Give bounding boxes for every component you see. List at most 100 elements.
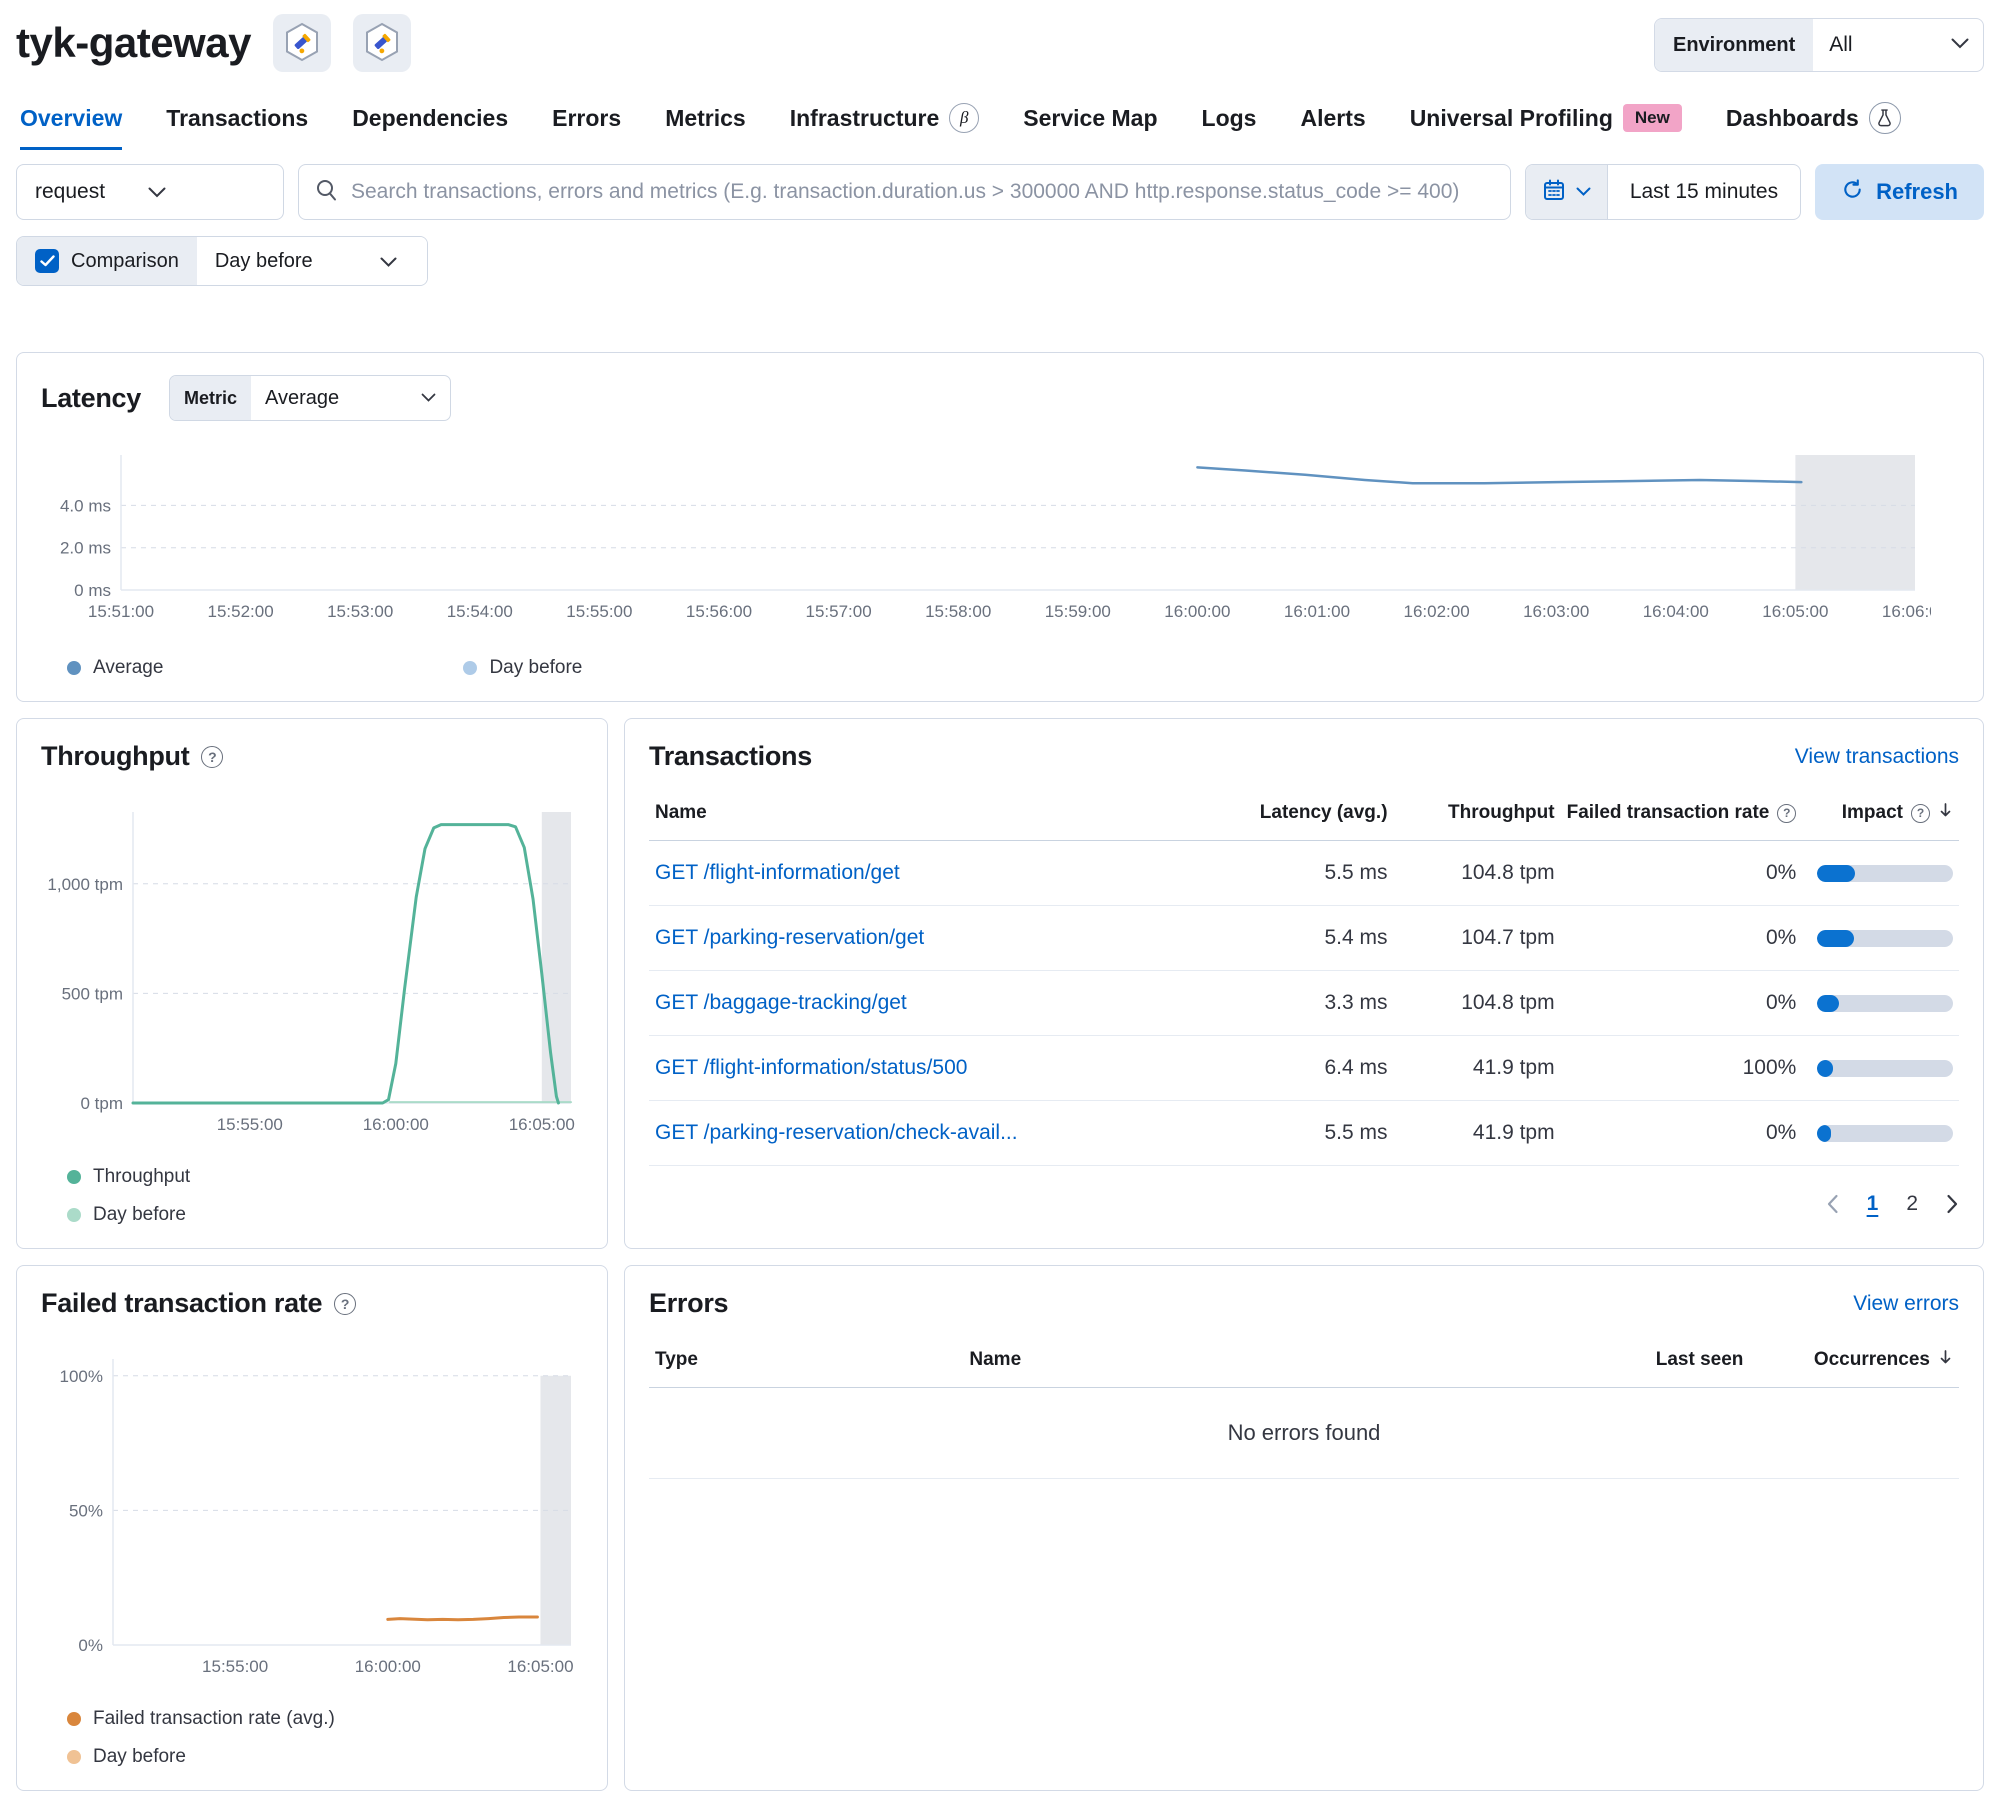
- tab-label: Errors: [552, 104, 622, 131]
- metric-label: Metric: [169, 376, 251, 420]
- comparison-label: Comparison: [71, 249, 179, 272]
- service-nav-tabs: Overview Transactions Dependencies Error…: [16, 102, 1984, 150]
- column-header-occurrences[interactable]: Occurrences: [1749, 1335, 1959, 1388]
- svg-text:0%: 0%: [78, 1636, 103, 1655]
- transaction-type-value: request: [35, 180, 106, 203]
- errors-title: Errors: [649, 1288, 729, 1318]
- comparison-select[interactable]: Day before: [196, 237, 427, 285]
- chevron-down-icon: [148, 180, 261, 204]
- date-picker-calendar-button[interactable]: [1525, 165, 1608, 219]
- svg-text:16:00:00: 16:00:00: [1164, 602, 1230, 621]
- transactions-panel: Transactions View transactions Name Late…: [624, 718, 1984, 1249]
- tab-dashboards[interactable]: Dashboards: [1726, 102, 1901, 150]
- chevron-down-icon: [1576, 183, 1591, 201]
- throughput-cell: 41.9 tpm: [1393, 1100, 1561, 1166]
- legend-label: Failed transaction rate (avg.): [93, 1708, 335, 1729]
- legend-item-day-before[interactable]: Day before: [463, 657, 582, 679]
- throughput-chart[interactable]: 0 tpm 500 tpm 1,000 tpm 15:55:00 16:00:00 16:…: [41, 806, 581, 1141]
- svg-text:0 tpm: 0 tpm: [80, 1094, 123, 1113]
- failed-rate-cell: 100%: [1560, 1035, 1803, 1101]
- throughput-cell: 104.8 tpm: [1393, 970, 1561, 1036]
- date-picker: Last 15 minutes: [1524, 164, 1802, 220]
- tab-overview[interactable]: Overview: [20, 102, 123, 150]
- throughput-cell: 104.8 tpm: [1393, 840, 1561, 906]
- help-icon[interactable]: ?: [1911, 803, 1930, 823]
- sort-desc-icon: [1938, 1349, 1953, 1371]
- svg-text:15:58:00: 15:58:00: [925, 602, 991, 621]
- latency-cell: 5.5 ms: [1212, 840, 1394, 906]
- failed-rate-chart[interactable]: 0% 50% 100% 15:55:00 16:00:00 16:05:00: [41, 1353, 581, 1683]
- transaction-link[interactable]: GET /parking-reservation/check-avail...: [655, 1121, 1018, 1144]
- new-badge: New: [1622, 104, 1682, 132]
- column-header-failed-rate: Failed transaction rate ?: [1560, 788, 1803, 841]
- comparison-checkbox[interactable]: [35, 249, 59, 273]
- latency-metric-select[interactable]: Metric Average: [168, 375, 451, 421]
- view-errors-link[interactable]: View errors: [1853, 1292, 1959, 1316]
- svg-text:15:57:00: 15:57:00: [806, 602, 872, 621]
- no-errors-message: No errors found: [649, 1388, 1959, 1479]
- throughput-title: Throughput: [41, 741, 190, 771]
- search-input-wrapper: [298, 164, 1511, 220]
- tab-alerts[interactable]: Alerts: [1300, 102, 1365, 150]
- comparison-row: Comparison Day before: [16, 236, 1984, 286]
- tab-infrastructure[interactable]: Infrastructure β: [790, 102, 980, 150]
- svg-text:16:04:00: 16:04:00: [1643, 602, 1709, 621]
- view-transactions-link[interactable]: View transactions: [1795, 745, 1959, 769]
- tab-logs[interactable]: Logs: [1202, 102, 1257, 150]
- page-2-button[interactable]: 2: [1906, 1192, 1918, 1216]
- tab-label: Alerts: [1300, 104, 1366, 131]
- legend-item-day-before[interactable]: Day before: [67, 1746, 583, 1768]
- legend-label: Day before: [93, 1204, 186, 1225]
- legend-dot: [67, 1750, 81, 1764]
- tab-metrics[interactable]: Metrics: [665, 102, 746, 150]
- transaction-row: GET /parking-reservation/get 5.4 ms 104.…: [649, 905, 1959, 971]
- tab-universal-profiling[interactable]: Universal Profiling New: [1410, 102, 1682, 150]
- tab-dependencies[interactable]: Dependencies: [352, 102, 508, 150]
- svg-text:2.0 ms: 2.0 ms: [60, 539, 111, 558]
- next-page-button[interactable]: [1946, 1194, 1959, 1214]
- chevron-down-icon: [421, 389, 436, 407]
- page-1-button[interactable]: 1: [1867, 1192, 1879, 1216]
- transaction-link[interactable]: GET /parking-reservation/get: [655, 926, 924, 949]
- impact-bar: [1817, 929, 1953, 947]
- svg-text:500 tpm: 500 tpm: [62, 984, 123, 1003]
- tab-transactions[interactable]: Transactions: [166, 102, 308, 150]
- sort-desc-icon: [1938, 802, 1953, 824]
- svg-text:16:05:00: 16:05:00: [1762, 602, 1828, 621]
- metric-value: Average: [264, 386, 340, 409]
- previous-page-button[interactable]: [1826, 1194, 1839, 1214]
- transaction-type-select[interactable]: request: [16, 164, 284, 220]
- latency-cell: 6.4 ms: [1212, 1035, 1394, 1101]
- transaction-row: GET /baggage-tracking/get 3.3 ms 104.8 t…: [649, 970, 1959, 1036]
- search-icon: [315, 178, 339, 207]
- legend-dot: [67, 661, 81, 675]
- beta-badge: β: [949, 103, 980, 133]
- latency-chart[interactable]: 0 ms 2.0 ms 4.0 ms 15:51:00 15:52:00 15:53:00…: [41, 451, 1948, 626]
- opentelemetry-agent-badge-2[interactable]: [352, 14, 411, 72]
- search-input[interactable]: [351, 180, 1494, 204]
- legend-item-throughput[interactable]: Throughput: [67, 1166, 583, 1188]
- legend-item-failed-rate[interactable]: Failed transaction rate (avg.): [67, 1708, 583, 1730]
- transaction-link[interactable]: GET /flight-information/get: [655, 861, 900, 884]
- transaction-link[interactable]: GET /baggage-tracking/get: [655, 991, 907, 1014]
- column-header-name: Name: [963, 1335, 1514, 1388]
- legend-item-average[interactable]: Average: [67, 657, 163, 679]
- comparison-value: Day before: [214, 249, 313, 272]
- latency-legend: Average Day before: [41, 657, 1959, 679]
- impact-bar: [1817, 864, 1953, 882]
- tab-errors[interactable]: Errors: [552, 102, 621, 150]
- help-icon[interactable]: ?: [201, 745, 224, 768]
- help-icon[interactable]: ?: [334, 1292, 357, 1315]
- svg-text:15:59:00: 15:59:00: [1045, 602, 1111, 621]
- opentelemetry-agent-badge[interactable]: [272, 14, 331, 72]
- tab-service-map[interactable]: Service Map: [1023, 102, 1157, 150]
- legend-item-day-before[interactable]: Day before: [67, 1204, 583, 1226]
- refresh-label: Refresh: [1876, 179, 1958, 204]
- refresh-button[interactable]: Refresh: [1815, 164, 1984, 220]
- help-icon[interactable]: ?: [1777, 803, 1797, 823]
- environment-select[interactable]: Environment All: [1654, 18, 1984, 72]
- transaction-link[interactable]: GET /flight-information/status/500: [655, 1056, 967, 1079]
- tab-label: Transactions: [166, 104, 309, 131]
- column-header-impact[interactable]: Impact ?: [1802, 788, 1959, 841]
- time-range-button[interactable]: Last 15 minutes: [1608, 180, 1800, 204]
